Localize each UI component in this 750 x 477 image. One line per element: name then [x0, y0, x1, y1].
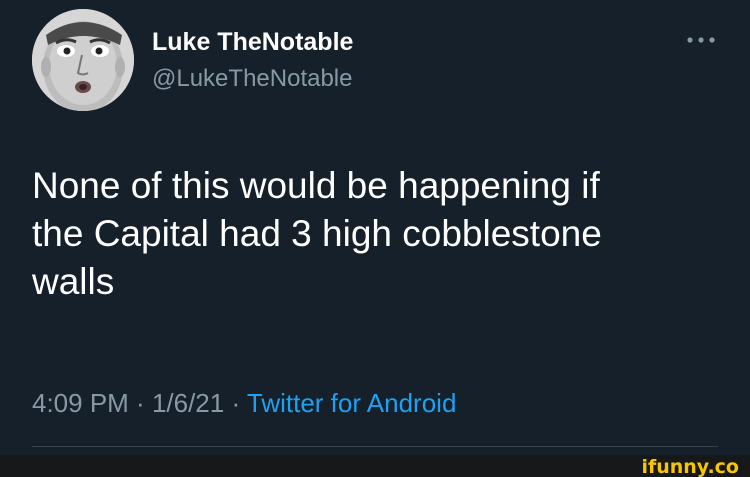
watermark-text: ifunny.co — [641, 456, 739, 477]
tweet-date[interactable]: 1/6/21 — [152, 388, 224, 418]
meta-separator: · — [224, 388, 247, 418]
tweet-card: Luke TheNotable @LukeTheNotable None of … — [0, 0, 750, 455]
author-display-name[interactable]: Luke TheNotable — [152, 27, 353, 57]
avatar[interactable] — [32, 9, 134, 111]
tweet-text-line: the Capital had 3 high cobblestone — [32, 213, 602, 254]
author-handle[interactable]: @LukeTheNotable — [152, 64, 352, 94]
more-horizontal-icon[interactable] — [686, 33, 716, 47]
tweet-text-line: walls — [32, 261, 115, 302]
divider — [32, 446, 718, 447]
avatar-face-image — [32, 9, 134, 111]
tweet-text-line: None of this would be happening if — [32, 165, 600, 206]
meta-separator: · — [128, 388, 152, 418]
ifunny-watermark-logo: ifunny.co — [641, 456, 739, 477]
tweet-time[interactable]: 4:09 PM — [32, 388, 129, 418]
tweet-source-link[interactable]: Twitter for Android — [247, 388, 457, 418]
tweet-text: None of this would be happening if the C… — [32, 162, 722, 306]
tweet-metadata: 4:09 PM · 1/6/21 · Twitter for Android — [32, 386, 456, 420]
